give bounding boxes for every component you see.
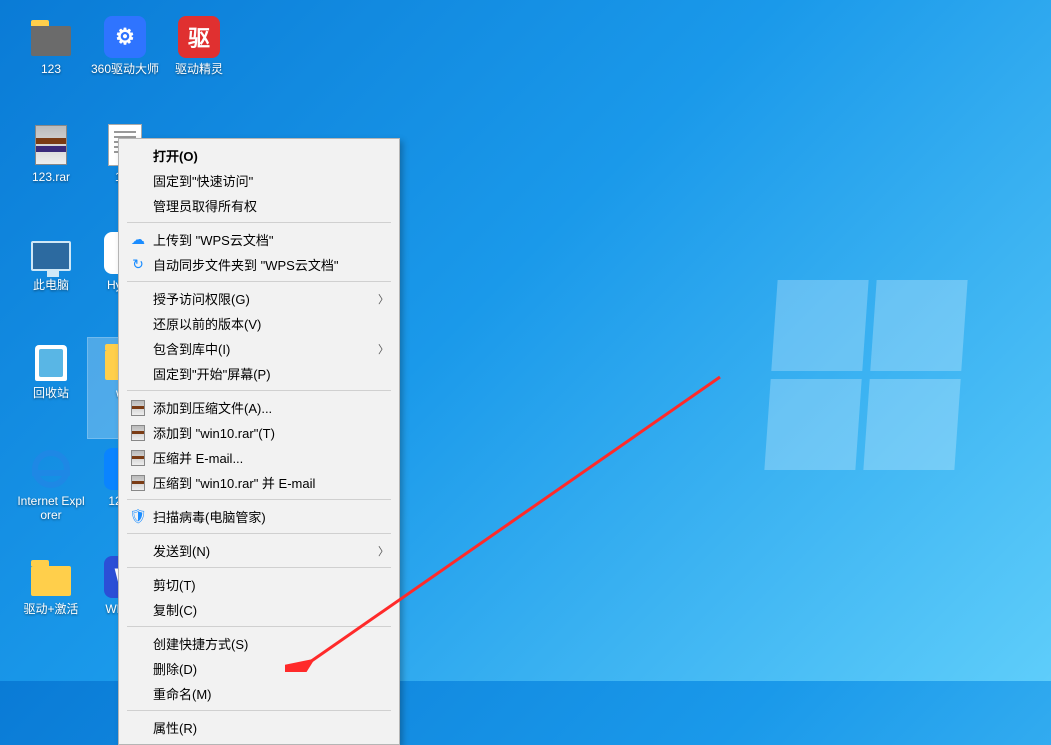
menu-separator bbox=[127, 533, 391, 534]
rar-icon bbox=[35, 125, 67, 165]
icon-label: 123 bbox=[41, 62, 61, 76]
desktop-icon-drivers[interactable]: 驱动+激活 bbox=[14, 554, 88, 654]
menu-include-library[interactable]: 包含到库中(I)〉 bbox=[119, 336, 399, 361]
menu-rename[interactable]: 重命名(M) bbox=[119, 681, 399, 706]
computer-icon bbox=[31, 241, 71, 271]
menu-label: 添加到 "win10.rar"(T) bbox=[149, 423, 389, 442]
desktop-icon-thispc[interactable]: 此电脑 bbox=[14, 230, 88, 330]
menu-compress-win10-email[interactable]: 压缩到 "win10.rar" 并 E-mail bbox=[119, 470, 399, 495]
menu-label: 管理员取得所有权 bbox=[149, 196, 389, 215]
menu-label: 发送到(N) bbox=[149, 541, 378, 560]
ie-icon bbox=[32, 450, 70, 488]
menu-label: 打开(O) bbox=[149, 146, 389, 165]
desktop-icon-360driver[interactable]: ⚙ 360驱动大师 bbox=[88, 14, 162, 114]
icon-label: 123.rar bbox=[32, 170, 70, 184]
context-menu: 打开(O) 固定到"快速访问" 管理员取得所有权 ☁上传到 "WPS云文档" ↻… bbox=[118, 138, 400, 745]
rar-icon bbox=[127, 449, 149, 467]
shield-icon: 🛡 bbox=[127, 508, 149, 526]
menu-grant-access[interactable]: 授予访问权限(G)〉 bbox=[119, 286, 399, 311]
icon-label: 驱动+激活 bbox=[23, 602, 78, 616]
menu-label: 扫描病毒(电脑管家) bbox=[149, 507, 389, 526]
menu-label: 固定到"开始"屏幕(P) bbox=[149, 364, 389, 383]
menu-add-archive[interactable]: 添加到压缩文件(A)... bbox=[119, 395, 399, 420]
rar-icon bbox=[127, 399, 149, 417]
rar-icon bbox=[127, 424, 149, 442]
menu-create-shortcut[interactable]: 创建快捷方式(S) bbox=[119, 631, 399, 656]
menu-pin-quick-access[interactable]: 固定到"快速访问" bbox=[119, 168, 399, 193]
menu-separator bbox=[127, 626, 391, 627]
desktop-icon-123rar[interactable]: 123.rar bbox=[14, 122, 88, 222]
menu-separator bbox=[127, 390, 391, 391]
sync-icon: ↻ bbox=[127, 256, 149, 274]
menu-compress-email[interactable]: 压缩并 E-mail... bbox=[119, 445, 399, 470]
menu-restore-previous[interactable]: 还原以前的版本(V) bbox=[119, 311, 399, 336]
driver-icon: 驱 bbox=[178, 16, 220, 58]
gear-icon: ⚙ bbox=[104, 16, 146, 58]
menu-label: 自动同步文件夹到 "WPS云文档" bbox=[149, 255, 389, 274]
menu-separator bbox=[127, 499, 391, 500]
desktop-icon-ie[interactable]: Internet Explorer bbox=[14, 446, 88, 546]
menu-label: 删除(D) bbox=[149, 659, 389, 678]
menu-delete[interactable]: 删除(D) bbox=[119, 656, 399, 681]
menu-send-to[interactable]: 发送到(N)〉 bbox=[119, 538, 399, 563]
recycle-bin-icon bbox=[35, 345, 67, 381]
chevron-right-icon: 〉 bbox=[378, 543, 389, 559]
folder-icon bbox=[31, 566, 71, 596]
menu-copy[interactable]: 复制(C) bbox=[119, 597, 399, 622]
desktop-icon-recycle[interactable]: 回收站 bbox=[14, 338, 88, 438]
desktop-icon-drvgenius[interactable]: 驱 驱动精灵 bbox=[162, 14, 236, 114]
menu-separator bbox=[127, 222, 391, 223]
menu-label: 复制(C) bbox=[149, 600, 389, 619]
windows-logo-bg bbox=[764, 280, 967, 470]
menu-label: 包含到库中(I) bbox=[149, 339, 378, 358]
menu-label: 上传到 "WPS云文档" bbox=[149, 230, 389, 249]
menu-label: 还原以前的版本(V) bbox=[149, 314, 389, 333]
menu-separator bbox=[127, 567, 391, 568]
menu-open[interactable]: 打开(O) bbox=[119, 143, 399, 168]
menu-label: 创建快捷方式(S) bbox=[149, 634, 389, 653]
menu-label: 压缩并 E-mail... bbox=[149, 448, 389, 467]
folder-icon bbox=[31, 26, 71, 56]
icon-label: 此电脑 bbox=[33, 278, 69, 292]
chevron-right-icon: 〉 bbox=[378, 291, 389, 307]
menu-sync-wps[interactable]: ↻自动同步文件夹到 "WPS云文档" bbox=[119, 252, 399, 277]
menu-label: 属性(R) bbox=[149, 718, 389, 737]
icon-label: 回收站 bbox=[33, 386, 69, 400]
icon-label: 360驱动大师 bbox=[91, 62, 159, 76]
menu-properties[interactable]: 属性(R) bbox=[119, 715, 399, 740]
menu-pin-start[interactable]: 固定到"开始"屏幕(P) bbox=[119, 361, 399, 386]
desktop-icon-folder-123[interactable]: 123 bbox=[14, 14, 88, 114]
rar-icon bbox=[127, 474, 149, 492]
menu-separator bbox=[127, 281, 391, 282]
cloud-icon: ☁ bbox=[127, 231, 149, 249]
menu-separator bbox=[127, 710, 391, 711]
menu-scan-virus[interactable]: 🛡扫描病毒(电脑管家) bbox=[119, 504, 399, 529]
menu-add-win10-rar[interactable]: 添加到 "win10.rar"(T) bbox=[119, 420, 399, 445]
menu-label: 固定到"快速访问" bbox=[149, 171, 389, 190]
chevron-right-icon: 〉 bbox=[378, 341, 389, 357]
menu-label: 剪切(T) bbox=[149, 575, 389, 594]
menu-label: 授予访问权限(G) bbox=[149, 289, 378, 308]
menu-label: 添加到压缩文件(A)... bbox=[149, 398, 389, 417]
menu-label: 重命名(M) bbox=[149, 684, 389, 703]
menu-upload-wps[interactable]: ☁上传到 "WPS云文档" bbox=[119, 227, 399, 252]
icon-label: 驱动精灵 bbox=[175, 62, 223, 76]
menu-cut[interactable]: 剪切(T) bbox=[119, 572, 399, 597]
menu-label: 压缩到 "win10.rar" 并 E-mail bbox=[149, 473, 389, 492]
menu-admin-take-ownership[interactable]: 管理员取得所有权 bbox=[119, 193, 399, 218]
icon-label: Internet Explorer bbox=[14, 494, 88, 522]
